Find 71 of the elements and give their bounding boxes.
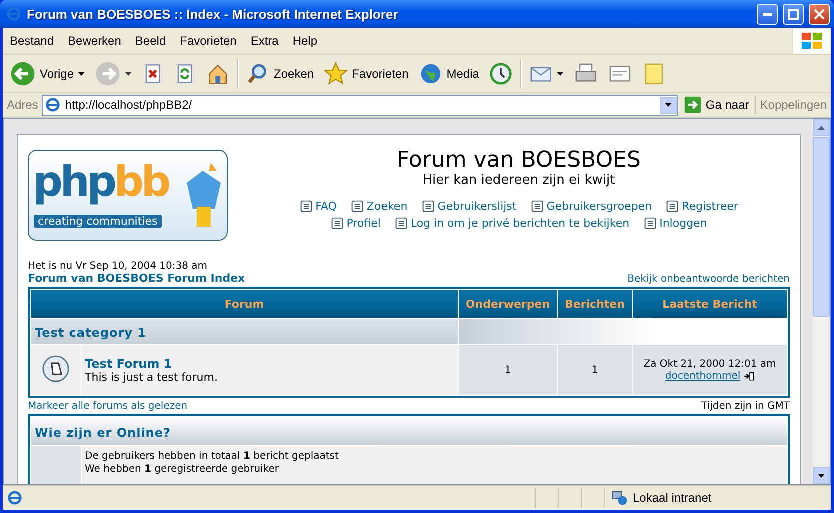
last-post-date: Za Okt 21, 2000 12:01 am	[642, 358, 778, 371]
column-header: Forum	[31, 290, 458, 318]
caret-icon	[664, 103, 672, 107]
stats-line: De gebruikers hebben in totaal 1 bericht geplaatst	[85, 450, 340, 463]
toolbar-button[interactable]: Media	[416, 60, 482, 88]
menu-item[interactable]: Beeld	[128, 34, 174, 48]
network-globe-icon	[611, 489, 629, 507]
stats-line: We hebben 1 geregistreerde gebruiker	[85, 463, 280, 476]
scrollbar[interactable]	[813, 119, 830, 484]
minimize-icon	[763, 12, 772, 16]
unanswered-link[interactable]: Bekijk onbeantwoorde berichten	[628, 274, 790, 285]
category-link[interactable]: Test category 1	[35, 326, 146, 340]
menu-item[interactable]: Help	[286, 34, 325, 48]
menu-item[interactable]: Extra	[244, 34, 286, 48]
windows-flag-icon	[801, 31, 823, 51]
nav-link[interactable]: Profiel	[330, 217, 381, 230]
caret-icon	[125, 72, 132, 76]
browser-e-icon	[45, 97, 62, 113]
toolbar-button[interactable]: Vorige	[7, 58, 88, 88]
user-link[interactable]: docenthommel	[665, 371, 741, 382]
go-button[interactable]: Ga naar	[682, 96, 756, 114]
site-title: Forum van BOESBOES	[397, 148, 641, 173]
star-icon	[324, 62, 348, 86]
nav-link[interactable]: Inloggen	[644, 217, 708, 230]
column-header: Berichten	[558, 290, 632, 318]
address-label: Adres	[7, 98, 38, 112]
minimize-button[interactable]	[757, 4, 778, 24]
forum-link[interactable]: Test Forum 1	[85, 356, 455, 370]
list-icon	[530, 200, 544, 213]
forum-folder-icon	[42, 354, 70, 382]
toolbar-button[interactable]: Favorieten	[321, 60, 412, 88]
breadcrumb-link[interactable]: Forum van BOESBOES Forum Index	[28, 272, 246, 285]
nav-link[interactable]: Log in om je privé berichten te bekijken	[394, 217, 630, 230]
nav-link[interactable]: Gebruikersgroepen	[530, 200, 652, 213]
menu-item[interactable]: Bestand	[3, 34, 62, 48]
current-time: Het is nu Vr Sep 10, 2004 10:38 am	[28, 261, 209, 272]
security-zone: Lokaal intranet	[633, 491, 712, 505]
list-icon	[422, 200, 435, 213]
close-button[interactable]	[809, 4, 830, 24]
logo: phpbb creating communities	[28, 150, 228, 241]
window-title: Forum van BOESBOES :: Index - Microsoft Internet Explorer	[27, 6, 400, 22]
maximize-icon	[788, 8, 799, 20]
post-count: 1	[592, 364, 598, 376]
menu-item[interactable]: Bewerken	[61, 34, 128, 48]
caret-icon	[818, 474, 825, 478]
nav-link[interactable]: Registreer	[666, 200, 738, 213]
topic-count: 1	[504, 364, 512, 376]
column-header: Laatste Bericht	[633, 290, 787, 318]
close-icon	[814, 8, 825, 20]
nav-link[interactable]: FAQ	[300, 200, 337, 213]
maximize-button[interactable]	[783, 4, 804, 24]
address-field[interactable]: http://localhost/phpBB2/	[42, 94, 678, 116]
column-header: Onderwerpen	[459, 290, 557, 318]
forum-description: This is just a test forum.	[85, 370, 218, 384]
up-arrow-icon	[818, 126, 825, 130]
timezone-note: Tijden zijn in GMT	[702, 401, 790, 412]
nav-link[interactable]: Zoeken	[350, 200, 408, 213]
arrow-document-icon	[744, 371, 755, 382]
caret-icon	[78, 72, 86, 76]
links-label[interactable]: Koppelingen	[760, 98, 827, 112]
toolbar-button[interactable]: Zoeken	[243, 60, 318, 88]
section-title: Wie zijn er Online?	[35, 426, 171, 440]
caret-icon	[557, 72, 564, 76]
menu-item[interactable]: Favorieten	[173, 34, 244, 48]
browser-e-icon	[7, 490, 23, 506]
site-description: Hier kan iedereen zijn ei kwijt	[422, 173, 616, 188]
globe-icon	[418, 62, 443, 86]
dropdown-button[interactable]	[660, 96, 677, 114]
mark-read-link[interactable]: Markeer alle forums als gelezen	[28, 401, 188, 412]
nav-link[interactable]: Gebruikerslijst	[422, 200, 517, 213]
browser-e-icon	[6, 6, 22, 22]
